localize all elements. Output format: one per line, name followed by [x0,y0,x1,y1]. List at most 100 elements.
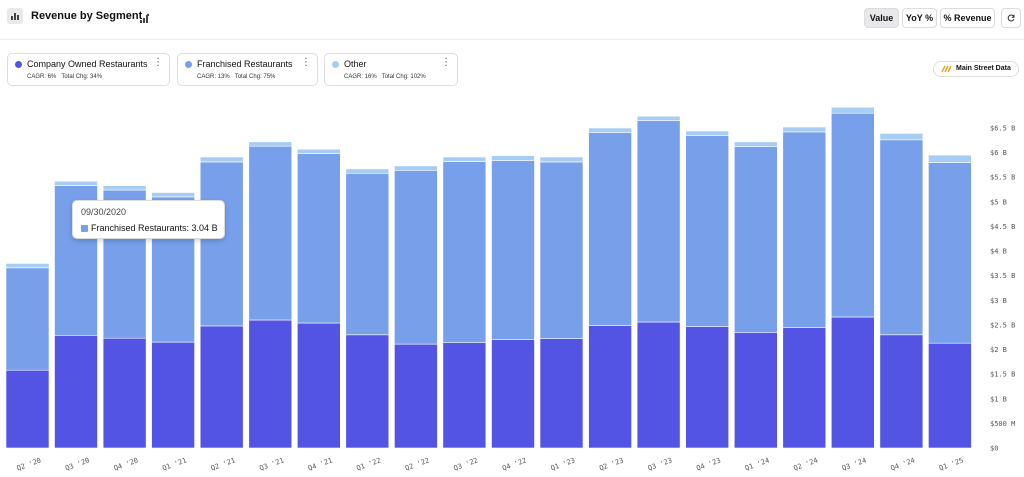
bar-company-owned-restaurants-q1-25[interactable] [928,342,972,449]
legend-card-franchised[interactable]: Franchised Restaurants CAGR: 13% Total C… [177,53,318,86]
bar-franchised-restaurants-q4-23[interactable] [685,135,730,327]
x-tick-label: Q4 '23 [695,456,722,472]
bar-franchised-restaurants-q3-21[interactable] [248,145,293,321]
bar-other-q1-23[interactable] [539,156,584,163]
bar-other-q4-22[interactable] [491,155,535,161]
chart-header: Revenue by Segment Value YoY % % Revenue [0,0,1024,40]
legend-name: Company Owned Restaurants [27,59,148,69]
bar-franchised-restaurants-q1-25[interactable] [928,162,972,344]
x-tick-label: Q3 '24 [841,456,868,472]
x-tick-label: Q1 '25 [938,456,965,472]
bar-other-q3-22[interactable] [442,156,487,162]
bar-company-owned-restaurants-q1-24[interactable] [733,332,778,449]
bar-other-q4-24[interactable] [879,133,924,141]
tooltip: 09/30/2020 Franchised Restaurants: 3.04 … [72,200,225,239]
bar-company-owned-restaurants-q3-23[interactable] [636,321,681,449]
x-tick-label: Q3 '20 [64,456,91,472]
more-vertical-icon[interactable]: ⋮ [301,58,311,68]
y-tick-label: $0 [990,445,998,453]
bar-other-q3-24[interactable] [830,107,875,114]
bar-other-q3-21[interactable] [248,141,293,147]
y-tick-label: $2.5 B [990,321,1015,329]
refresh-button[interactable] [1001,8,1021,28]
x-tick-label: Q2 '21 [210,456,237,472]
bar-other-q2-21[interactable] [199,156,244,163]
source-badge[interactable]: Main Street Data [933,61,1019,77]
bar-company-owned-restaurants-q1-23[interactable] [539,338,584,449]
x-tick-label: Q2 '23 [598,456,625,472]
tooltip-swatch [81,225,88,232]
bar-franchised-restaurants-q3-23[interactable] [636,120,681,323]
bar-other-q2-24[interactable] [782,126,827,133]
percent-revenue-button[interactable]: % Revenue [940,8,995,28]
bar-company-owned-restaurants-q4-20[interactable] [102,337,147,449]
y-axis: $0 $500 M $1 B $1.5 B $2 B $2.5 B $3 B $3.5 B $4… [990,125,1015,453]
x-tick-label: Q4 '24 [890,456,917,472]
bar-company-owned-restaurants-q3-24[interactable] [830,316,875,449]
legend-stats: CAGR: 6% Total Chg: 34% [27,74,103,80]
bar-other-q4-21[interactable] [296,148,341,154]
bar-other-q3-23[interactable] [636,115,681,121]
legend-card-company-owned[interactable]: Company Owned Restaurants CAGR: 6% Total… [7,53,170,86]
y-tick-label: $4 B [990,248,1007,256]
bar-company-owned-restaurants-q4-23[interactable] [685,326,730,449]
bar-other-q1-25[interactable] [928,154,972,163]
refresh-icon [1007,14,1015,22]
bar-other-q2-20[interactable] [5,263,50,269]
bar-company-owned-restaurants-q2-23[interactable] [588,325,632,449]
bar-company-owned-restaurants-q2-20[interactable] [5,369,50,449]
bar-franchised-restaurants-q3-24[interactable] [830,112,875,318]
x-tick-label: Q1 '22 [355,456,382,472]
more-vertical-icon[interactable]: ⋮ [153,58,163,68]
bar-company-owned-restaurants-q4-24[interactable] [879,334,924,449]
y-tick-label: $1 B [990,395,1007,403]
bar-company-owned-restaurants-q4-22[interactable] [491,339,535,449]
bar-group [5,107,972,449]
bar-other-q2-23[interactable] [588,127,632,133]
legend-dot [185,61,192,68]
bar-franchised-restaurants-q2-20[interactable] [5,267,50,371]
bar-company-owned-restaurants-q2-22[interactable] [394,343,438,449]
bar-other-q1-21[interactable] [151,192,195,198]
revenue-chart: $0 $500 M $1 B $1.5 B $2 B $2.5 B $3 B $3.5 B $4… [5,107,1015,473]
more-vertical-icon[interactable]: ⋮ [441,58,451,68]
bar-company-owned-restaurants-q2-21[interactable] [199,325,244,449]
tooltip-value: Franchised Restaurants: 3.04 B [91,223,218,233]
bar-chart-icon[interactable] [7,8,23,24]
bar-franchised-restaurants-q2-24[interactable] [782,131,827,328]
bar-franchised-restaurants-q1-22[interactable] [345,173,390,336]
bar-other-q1-24[interactable] [733,141,778,147]
bar-company-owned-restaurants-q4-21[interactable] [296,322,341,449]
bar-franchised-restaurants-q3-22[interactable] [442,161,487,343]
bar-franchised-restaurants-q2-22[interactable] [394,170,438,345]
bar-other-q1-22[interactable] [345,168,390,174]
bar-company-owned-restaurants-q1-21[interactable] [151,341,195,449]
signal-bars-icon[interactable] [139,11,150,29]
legend-card-other[interactable]: Other CAGR: 16% Total Chg: 102% ⋮ [324,53,458,86]
bar-other-q3-20[interactable] [54,180,98,186]
x-tick-label: Q2 '20 [16,456,43,472]
x-tick-label: Q2 '22 [404,456,431,472]
bar-franchised-restaurants-q4-21[interactable] [296,153,341,324]
bar-company-owned-restaurants-q2-24[interactable] [782,327,827,449]
y-tick-label: $6.5 B [990,125,1015,133]
bar-franchised-restaurants-q2-21[interactable] [199,161,244,327]
yoy-button[interactable]: YoY % [902,8,937,28]
bar-company-owned-restaurants-q3-21[interactable] [248,319,293,449]
y-tick-label: $6 B [990,149,1007,157]
bar-company-owned-restaurants-q3-22[interactable] [442,342,487,449]
bar-franchised-restaurants-q4-24[interactable] [879,139,924,336]
legend-dot [332,61,339,68]
bar-other-q4-23[interactable] [685,130,730,136]
y-tick-label: $3 B [990,297,1007,305]
bar-franchised-restaurants-q2-23[interactable] [588,132,632,326]
bar-other-q4-20[interactable] [102,185,147,191]
value-button[interactable]: Value [864,8,899,28]
bar-company-owned-restaurants-q1-22[interactable] [345,334,390,449]
bar-franchised-restaurants-q1-23[interactable] [539,161,584,339]
bar-other-q2-22[interactable] [394,165,438,171]
legend-dot [15,61,22,68]
bar-company-owned-restaurants-q3-20[interactable] [54,335,98,449]
bar-franchised-restaurants-q1-24[interactable] [733,146,778,333]
bar-franchised-restaurants-q4-22[interactable] [491,160,535,340]
